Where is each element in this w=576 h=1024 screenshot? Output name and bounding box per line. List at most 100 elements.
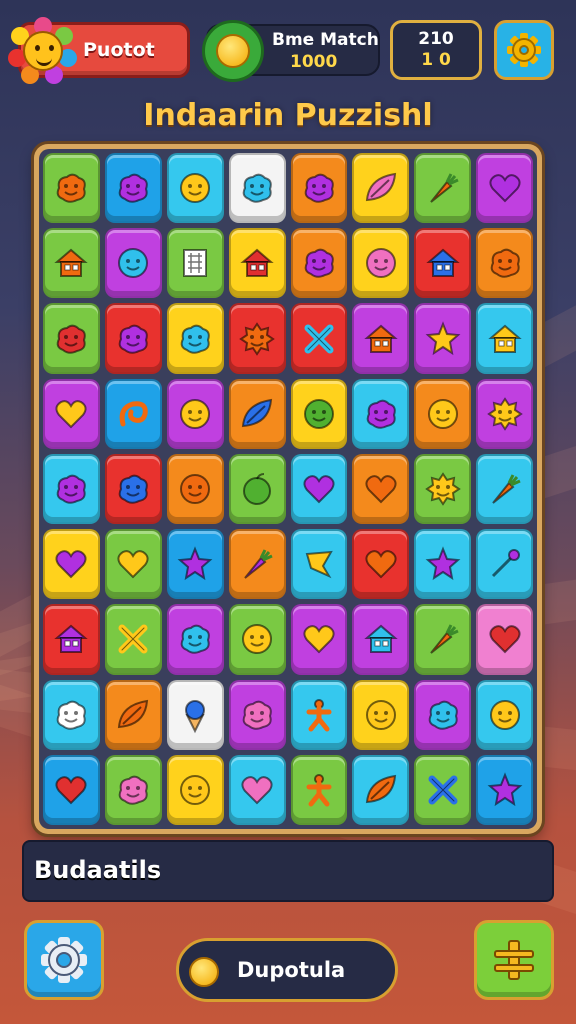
board-tile[interactable] bbox=[166, 453, 224, 525]
board-tile[interactable] bbox=[43, 679, 100, 750]
board-tile[interactable] bbox=[476, 378, 533, 449]
board-tile[interactable] bbox=[104, 679, 162, 750]
coins-button[interactable]: Dupotula bbox=[176, 938, 398, 1002]
board-tile[interactable] bbox=[166, 529, 224, 600]
board-tile[interactable] bbox=[352, 303, 410, 374]
board-tile[interactable] bbox=[228, 754, 286, 825]
board-tile[interactable] bbox=[43, 153, 100, 224]
board-tile[interactable] bbox=[414, 153, 472, 224]
board-tile[interactable] bbox=[476, 228, 533, 299]
board-tile[interactable] bbox=[414, 228, 472, 299]
star-icon bbox=[177, 546, 213, 582]
blob-icon bbox=[53, 170, 89, 206]
board-tile[interactable] bbox=[166, 754, 224, 825]
board-tile[interactable] bbox=[228, 153, 286, 224]
carrot-icon bbox=[425, 621, 461, 657]
board-tile[interactable] bbox=[104, 303, 162, 374]
board-tile[interactable] bbox=[228, 453, 286, 525]
board-tile[interactable] bbox=[352, 378, 410, 449]
board-tile[interactable] bbox=[166, 679, 224, 750]
board-tile[interactable] bbox=[476, 453, 533, 525]
board-tile[interactable] bbox=[352, 228, 410, 299]
board-tile[interactable] bbox=[290, 679, 348, 750]
board-tile[interactable] bbox=[228, 604, 286, 675]
blob-icon bbox=[239, 170, 275, 206]
face-icon bbox=[363, 245, 399, 281]
star-icon bbox=[425, 320, 461, 357]
board-tile[interactable] bbox=[476, 529, 533, 600]
board-tile[interactable] bbox=[476, 754, 533, 825]
board-tile[interactable] bbox=[43, 453, 100, 525]
board-tile[interactable] bbox=[228, 228, 286, 299]
board-tile[interactable] bbox=[43, 604, 100, 675]
board-tile[interactable] bbox=[43, 529, 100, 600]
face-icon bbox=[425, 396, 461, 432]
board-tile[interactable] bbox=[290, 604, 348, 675]
board-tile[interactable] bbox=[290, 453, 348, 525]
house-icon bbox=[425, 245, 461, 281]
board-tile[interactable] bbox=[104, 153, 162, 224]
heart-icon bbox=[301, 471, 337, 507]
board-tile[interactable] bbox=[43, 228, 100, 299]
board-tile[interactable] bbox=[43, 378, 100, 449]
board-tile[interactable] bbox=[414, 303, 472, 374]
board-tile[interactable] bbox=[414, 604, 472, 675]
board-tile[interactable] bbox=[352, 529, 410, 600]
board-tile[interactable] bbox=[104, 529, 162, 600]
heart-icon bbox=[53, 396, 89, 432]
board-tile[interactable] bbox=[228, 529, 286, 600]
board-tile[interactable] bbox=[166, 228, 224, 299]
board-tile[interactable] bbox=[104, 604, 162, 675]
blob-icon bbox=[177, 321, 213, 357]
house-icon bbox=[239, 245, 275, 281]
board-tile[interactable] bbox=[414, 378, 472, 449]
board-tile[interactable] bbox=[290, 228, 348, 299]
blob-icon bbox=[53, 697, 89, 733]
score-panel: 210 1 0 bbox=[390, 20, 482, 80]
board-tile[interactable] bbox=[104, 453, 162, 525]
board-tile[interactable] bbox=[104, 228, 162, 299]
match-title: Bme Match bbox=[272, 30, 379, 50]
board-tile[interactable] bbox=[290, 303, 348, 374]
board-tile[interactable] bbox=[414, 679, 472, 750]
board-tile[interactable] bbox=[228, 303, 286, 374]
board-tile[interactable] bbox=[352, 453, 410, 525]
board-tile[interactable] bbox=[352, 604, 410, 675]
board-tile[interactable] bbox=[476, 153, 533, 224]
board-tile[interactable] bbox=[166, 153, 224, 224]
board-tile[interactable] bbox=[476, 303, 533, 374]
options-button[interactable] bbox=[24, 920, 104, 1000]
board-tile[interactable] bbox=[476, 679, 533, 750]
board-tile[interactable] bbox=[414, 754, 472, 825]
board-tile[interactable] bbox=[290, 754, 348, 825]
board-tile[interactable] bbox=[290, 378, 348, 449]
board-tile[interactable] bbox=[104, 754, 162, 825]
profile-button[interactable]: Puotot bbox=[8, 17, 190, 84]
board-tile[interactable] bbox=[228, 679, 286, 750]
leaf-icon bbox=[115, 697, 151, 733]
add-button[interactable] bbox=[474, 920, 554, 1000]
board-tile[interactable] bbox=[414, 529, 472, 600]
house-icon bbox=[363, 321, 399, 357]
board-tile[interactable] bbox=[104, 378, 162, 449]
board-tile[interactable] bbox=[290, 153, 348, 224]
heart-icon bbox=[487, 621, 523, 657]
board-tile[interactable] bbox=[166, 378, 224, 449]
blob-icon bbox=[301, 170, 337, 206]
house-icon bbox=[53, 245, 89, 281]
board-tile[interactable] bbox=[166, 604, 224, 675]
board-tile[interactable] bbox=[476, 604, 533, 675]
board-tile[interactable] bbox=[352, 754, 410, 825]
blob-icon bbox=[239, 697, 275, 733]
message-bar: Budaatils bbox=[22, 840, 554, 902]
board-tile[interactable] bbox=[43, 303, 100, 374]
board-tile[interactable] bbox=[43, 754, 100, 825]
board-tile[interactable] bbox=[352, 679, 410, 750]
board-tile[interactable] bbox=[166, 303, 224, 374]
settings-button[interactable] bbox=[494, 20, 554, 80]
board-tile[interactable] bbox=[290, 529, 348, 600]
board-tile[interactable] bbox=[352, 153, 410, 224]
board-tile[interactable] bbox=[414, 453, 472, 525]
board-tile[interactable] bbox=[228, 378, 286, 449]
message-text: Budaatils bbox=[34, 856, 162, 884]
